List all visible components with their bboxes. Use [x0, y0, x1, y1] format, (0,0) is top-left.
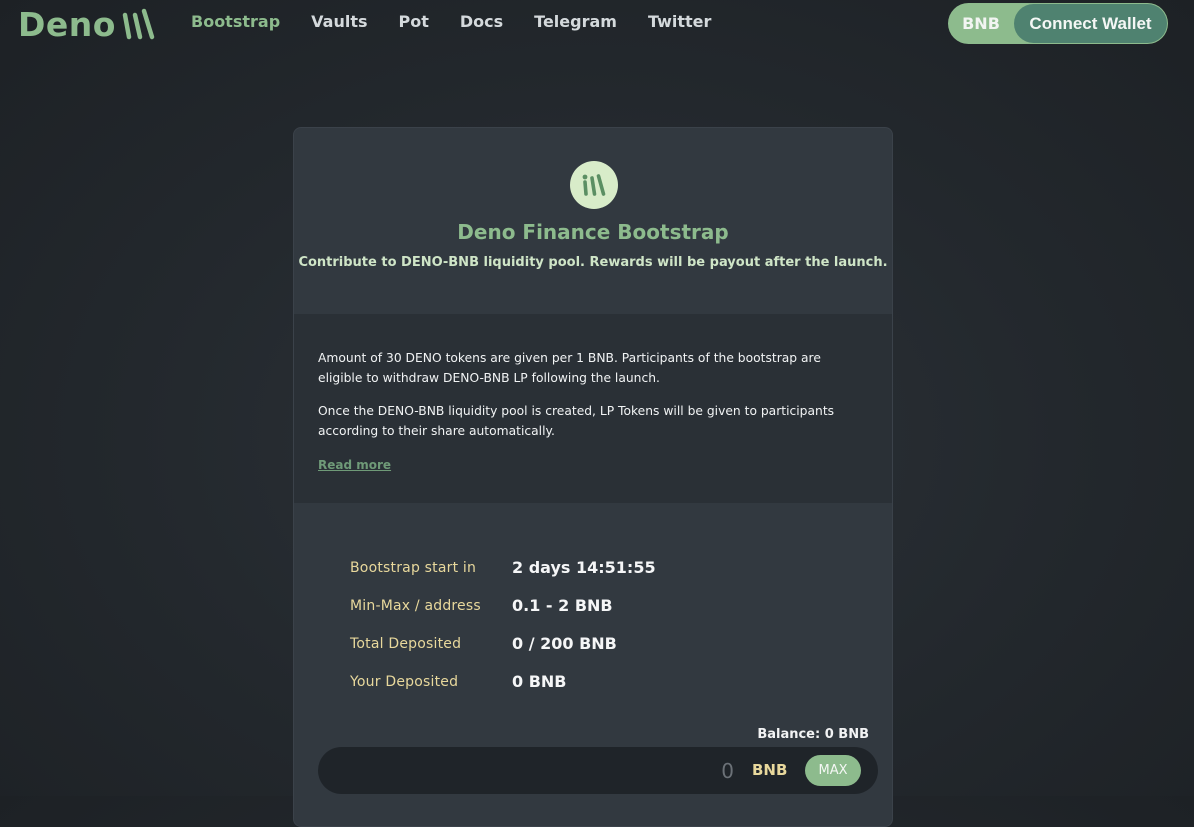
- deposit-amount-box: BNB MAX: [318, 747, 878, 794]
- network-badge[interactable]: BNB: [948, 14, 1014, 33]
- info-paragraph: Amount of 30 DENO tokens are given per 1…: [318, 351, 821, 385]
- info-paragraph: Once the DENO-BNB liquidity pool is crea…: [318, 404, 835, 438]
- countdown-value: 2 days 14:51:55: [512, 558, 656, 577]
- stat-label: Min-Max / address: [350, 597, 481, 614]
- nav-link-vaults[interactable]: Vaults: [311, 12, 367, 31]
- card-header: Deno Finance Bootstrap Contribute to DEN…: [294, 128, 892, 314]
- top-navbar: Deno Bootstrap Vaults Pot Docs Telegram …: [0, 0, 1194, 48]
- nav-link-telegram[interactable]: Telegram: [534, 12, 617, 31]
- stat-label: Total Deposited: [350, 635, 462, 652]
- nav-link-docs[interactable]: Docs: [460, 12, 503, 31]
- wallet-widget: BNB Connect Wallet: [948, 3, 1168, 44]
- bootstrap-card: Deno Finance Bootstrap Contribute to DEN…: [293, 127, 893, 827]
- stat-row-total-deposited: Total Deposited 0 / 200 BNB: [350, 634, 617, 653]
- total-deposited-value: 0 / 200 BNB: [512, 634, 617, 653]
- nav-link-twitter[interactable]: Twitter: [648, 12, 711, 31]
- info-section: Amount of 30 DENO tokens are given per 1…: [294, 314, 892, 503]
- card-title: Deno Finance Bootstrap: [457, 220, 729, 244]
- stat-label: Your Deposited: [350, 673, 459, 690]
- logo-text: Deno: [18, 4, 116, 44]
- read-more-link[interactable]: Read more: [318, 458, 391, 472]
- stat-row-start: Bootstrap start in 2 days 14:51:55: [350, 558, 656, 577]
- deposit-amount-input[interactable]: [338, 747, 734, 794]
- max-button[interactable]: MAX: [805, 755, 861, 786]
- min-max-value: 0.1 - 2 BNB: [512, 596, 613, 615]
- nav-link-bootstrap[interactable]: Bootstrap: [191, 12, 280, 31]
- connect-wallet-button[interactable]: Connect Wallet: [1014, 4, 1167, 43]
- stats-section: Bootstrap start in 2 days 14:51:55 Min-M…: [294, 503, 892, 723]
- stat-row-min-max: Min-Max / address 0.1 - 2 BNB: [350, 596, 613, 615]
- nav-links: Bootstrap Vaults Pot Docs Telegram Twitt…: [191, 12, 742, 31]
- logo[interactable]: Deno: [18, 3, 156, 45]
- stat-label: Bootstrap start in: [350, 559, 477, 576]
- balance-text: Balance: 0 BNB: [757, 727, 869, 742]
- stat-row-your-deposited: Your Deposited 0 BNB: [350, 672, 566, 691]
- nav-link-pot[interactable]: Pot: [399, 12, 429, 31]
- logo-stripes-icon: [122, 8, 155, 40]
- amount-unit-label: BNB: [752, 761, 788, 779]
- your-deposited-value: 0 BNB: [512, 672, 567, 691]
- card-subtitle: Contribute to DENO-BNB liquidity pool. R…: [298, 255, 888, 270]
- deno-token-icon: [570, 161, 618, 209]
